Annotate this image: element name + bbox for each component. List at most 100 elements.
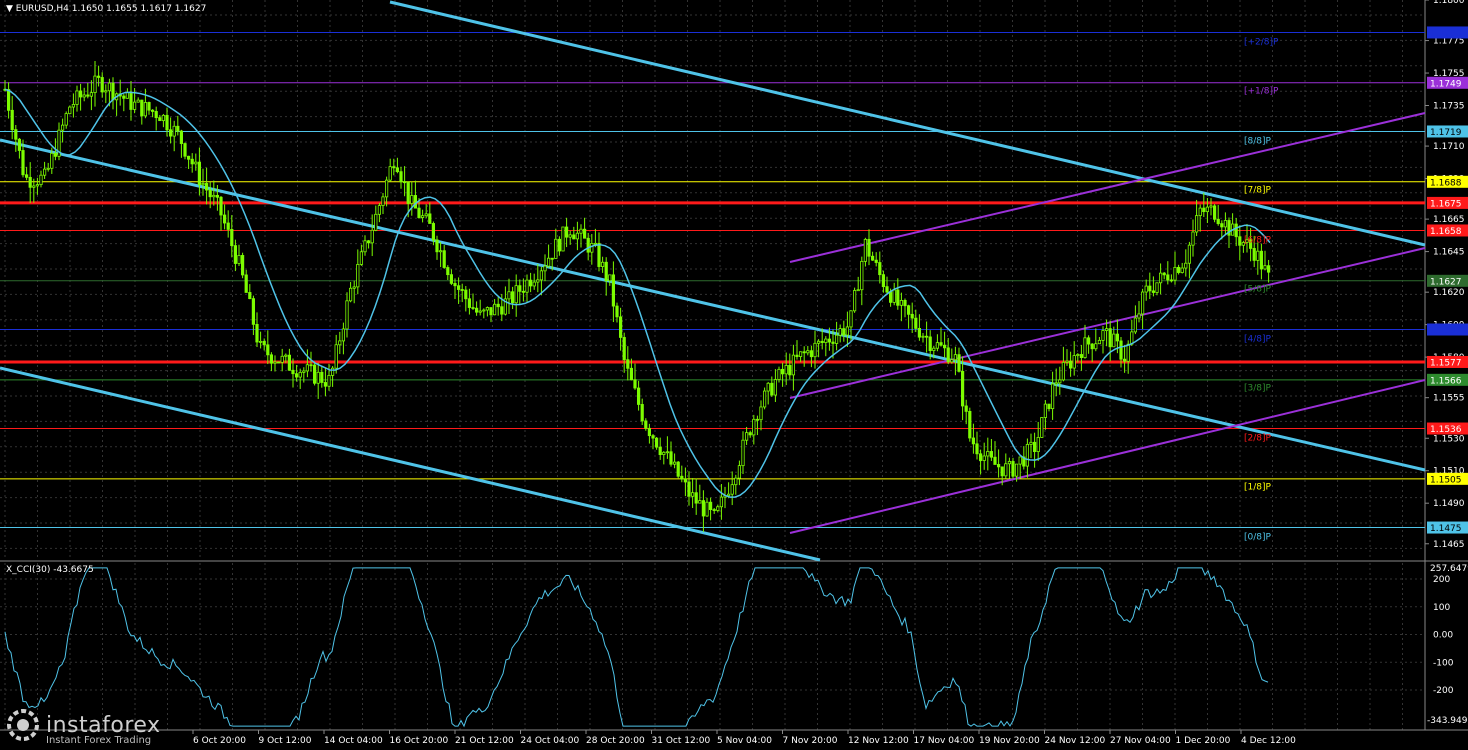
candle-body [273, 361, 277, 364]
candle-body [907, 305, 911, 315]
cci-tick-label: 200 [1433, 575, 1450, 585]
candle-body [791, 354, 796, 376]
candle-body [1069, 360, 1073, 369]
candle-body [1051, 383, 1055, 410]
candle-body [910, 313, 914, 319]
candle-body [255, 323, 259, 343]
candle-body [258, 340, 263, 343]
candle-body [687, 481, 691, 497]
candle-body [539, 270, 544, 281]
candle-body [1162, 272, 1166, 276]
candle-body [262, 340, 266, 346]
level-price-label: 1.1719 [1430, 128, 1462, 138]
candle-body [694, 492, 698, 504]
candle-body [943, 344, 947, 349]
candle-body [878, 262, 882, 276]
candle-body [745, 432, 749, 441]
candle-body [237, 255, 241, 264]
candle-body [1054, 382, 1058, 385]
candle-body [323, 382, 328, 387]
candle-body [525, 279, 529, 293]
candle-body [795, 354, 799, 357]
candle-body [611, 274, 616, 307]
candle-body [399, 171, 403, 183]
candle-body [10, 109, 14, 131]
candle-body [302, 370, 306, 373]
candle-body [1108, 328, 1112, 348]
candle-body [1040, 417, 1044, 438]
candle-body [320, 371, 324, 383]
candle-body [583, 228, 587, 239]
candle-body [194, 161, 198, 165]
candle-body [806, 350, 810, 354]
candle-body [849, 310, 853, 328]
candle-body [892, 289, 896, 303]
candle-body [1079, 354, 1083, 358]
candle-body [129, 92, 133, 110]
candle-body [705, 501, 709, 517]
candle-body [939, 342, 943, 346]
candle-body [1144, 285, 1148, 293]
candle-body [492, 303, 497, 316]
level-price-label: 1.1597 [1430, 326, 1462, 336]
candle-body [1141, 291, 1145, 315]
time-tick-label: 24 Nov 12:00 [1045, 736, 1106, 746]
candle-body [1234, 223, 1238, 238]
candle-body [75, 90, 79, 105]
candle-body [197, 161, 201, 186]
candle-body [1169, 279, 1173, 282]
candle-body [633, 379, 637, 389]
candle-body [28, 176, 32, 188]
candle-body [507, 291, 511, 300]
time-tick-label: 28 Oct 20:00 [586, 736, 645, 746]
candle-body [644, 420, 648, 429]
candle-body [79, 90, 83, 98]
candle-body [377, 205, 382, 215]
candle-body [741, 439, 745, 467]
price-chart[interactable]: 1.18001.17751.17551.17351.17101.16901.16… [0, 0, 1468, 750]
candle-body [622, 337, 626, 361]
candle-body [172, 125, 176, 137]
candle-body [1047, 403, 1051, 410]
candle-body [1198, 207, 1202, 217]
candle-body [287, 354, 292, 371]
candle-body [838, 328, 842, 336]
candle-body [655, 437, 659, 448]
candle-body [71, 104, 75, 108]
candle-body [496, 303, 500, 308]
candle-body [471, 307, 475, 309]
candle-body [86, 94, 90, 97]
candle-body [514, 285, 518, 304]
price-tick-label: 1.1530 [1433, 434, 1465, 444]
candle-body [251, 298, 255, 325]
time-tick-label: 12 Nov 12:00 [848, 736, 909, 746]
candle-body [1151, 290, 1155, 293]
candle-body [1216, 218, 1220, 225]
time-tick-label: 1 Dec 20:00 [1176, 736, 1231, 746]
level-price-label: 1.1658 [1430, 227, 1462, 237]
candle-body [17, 138, 22, 151]
candle-body [100, 77, 104, 93]
candle-body [835, 334, 839, 344]
candle-body [1011, 461, 1015, 477]
candle-body [565, 226, 569, 238]
candle-body [352, 286, 356, 289]
candle-body [1223, 220, 1227, 228]
time-tick-label: 24 Oct 04:00 [521, 736, 580, 746]
candle-body [500, 306, 504, 315]
time-tick-label: 31 Oct 12:00 [652, 736, 711, 746]
level-price-label: 1.1627 [1430, 277, 1462, 287]
cci-tick-label: 0.00 [1433, 631, 1453, 641]
candle-body [330, 367, 335, 376]
candle-body [406, 181, 410, 204]
candle-body [53, 152, 58, 157]
level-price-label: 1.1505 [1430, 475, 1462, 485]
candle-body [759, 406, 763, 421]
cci-tick-label: 100 [1433, 603, 1450, 613]
candle-body [543, 265, 547, 272]
candle-body [896, 289, 900, 306]
candle-body [125, 92, 129, 99]
time-tick-label: 9 Oct 12:00 [259, 736, 312, 746]
candle-body [885, 286, 889, 293]
candle-body [1123, 358, 1127, 362]
